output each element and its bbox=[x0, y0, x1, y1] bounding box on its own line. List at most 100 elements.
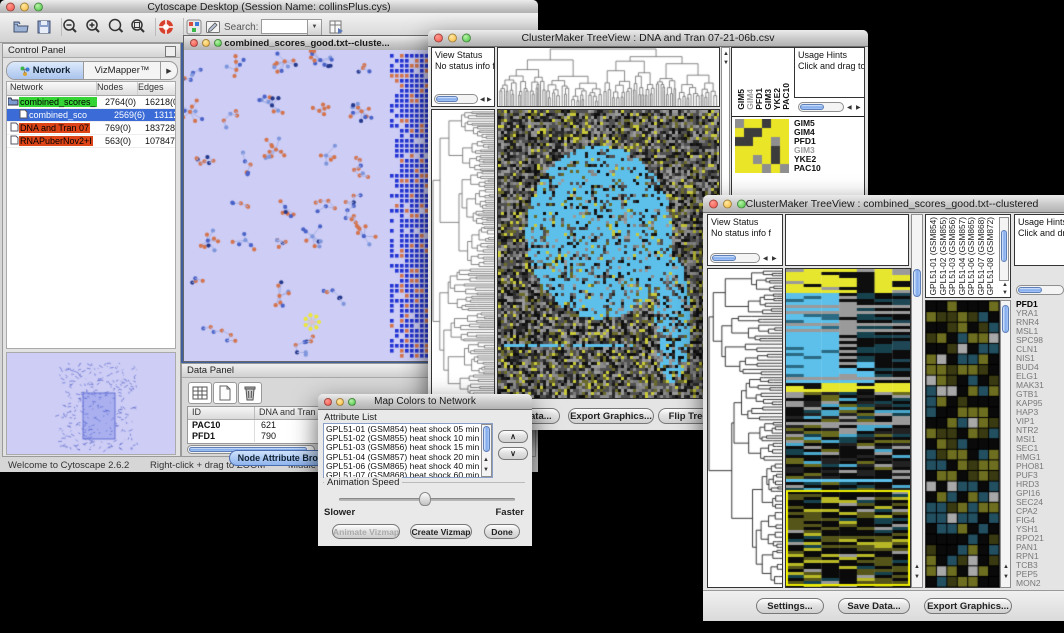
tab-vizmapper[interactable]: VizMapper™ bbox=[84, 62, 161, 79]
zoom-in-icon[interactable] bbox=[84, 18, 102, 36]
col-nodes[interactable]: Nodes bbox=[97, 82, 138, 95]
scroll-down-icon[interactable]: ▼ bbox=[483, 466, 489, 474]
tab-network[interactable]: Network bbox=[7, 62, 84, 79]
close-icon[interactable] bbox=[6, 2, 15, 11]
export-graphics-button[interactable]: Export Graphics... bbox=[924, 598, 1012, 614]
attribute-list-item[interactable]: GPL51-01 (GSM854) heat shock 05 min bbox=[326, 425, 490, 434]
gene-label[interactable]: MON2 bbox=[1016, 579, 1064, 588]
save-icon[interactable] bbox=[35, 18, 53, 36]
node-attribute-icon[interactable] bbox=[185, 18, 203, 36]
delete-attribute-trash-icon[interactable] bbox=[238, 382, 262, 404]
scroll-up-icon[interactable]: ▲ bbox=[723, 50, 729, 58]
network-name[interactable]: DNA and Tran 07 bbox=[19, 123, 90, 133]
close-icon[interactable] bbox=[434, 34, 443, 43]
col-edges[interactable]: Edges bbox=[138, 82, 175, 95]
network-overview-canvas[interactable] bbox=[7, 353, 175, 454]
move-up-button[interactable]: ∧ bbox=[498, 430, 528, 443]
attribute-list-scrollbar[interactable]: ▲ ▼ bbox=[481, 424, 492, 477]
tv2-view-status-line2: No status info f bbox=[711, 228, 771, 238]
tv2-column-tree-panel bbox=[785, 214, 909, 266]
col-id[interactable]: ID bbox=[188, 407, 255, 419]
import-table-icon[interactable] bbox=[327, 18, 345, 36]
tv1-zoom-heatmap[interactable] bbox=[735, 119, 789, 173]
zoom-fit-icon[interactable] bbox=[129, 18, 147, 36]
scroll-up-icon[interactable]: ▲ bbox=[1003, 563, 1009, 571]
scroll-down-icon[interactable]: ▼ bbox=[1002, 289, 1008, 297]
network-canvas[interactable] bbox=[184, 50, 430, 361]
scroll-down-icon[interactable]: ▼ bbox=[1003, 573, 1009, 581]
search-input[interactable] bbox=[261, 19, 309, 34]
attribute-list-item[interactable]: GPL51-04 (GSM857) heat shock 20 min bbox=[326, 453, 490, 462]
tv2-global-heatmap[interactable] bbox=[786, 269, 910, 587]
create-vizmap-button[interactable]: Create Vizmap bbox=[410, 524, 472, 539]
scroll-left-icon[interactable]: ◀ bbox=[480, 96, 485, 104]
col-network[interactable]: Network bbox=[7, 82, 97, 95]
new-attribute-icon[interactable] bbox=[213, 382, 237, 404]
tv1-view-status-line2: No status info f bbox=[435, 61, 494, 71]
search-dropdown-arrow[interactable]: ▼ bbox=[307, 19, 322, 36]
tv2-row-dendrogram[interactable] bbox=[708, 269, 782, 587]
minimize-icon[interactable] bbox=[202, 39, 210, 47]
zoom-selected-icon[interactable] bbox=[107, 18, 125, 36]
tv1-status-scrollbar[interactable] bbox=[434, 94, 478, 104]
export-graphics-button[interactable]: Export Graphics... bbox=[568, 408, 654, 424]
done-button[interactable]: Done bbox=[484, 524, 520, 539]
settings-button[interactable]: Settings... bbox=[756, 598, 824, 614]
scroll-up-icon[interactable]: ▲ bbox=[914, 563, 920, 571]
network-list-row[interactable]: DNA and Tran 07769(0)183728(0) bbox=[7, 122, 175, 135]
tv1-row-dendrogram[interactable] bbox=[432, 110, 494, 398]
zoom-out-icon[interactable] bbox=[61, 18, 79, 36]
scroll-left-icon[interactable]: ◀ bbox=[763, 255, 768, 263]
attribute-list-item[interactable]: GPL51-02 (GSM855) heat shock 10 min bbox=[326, 434, 490, 443]
attribute-list-item[interactable]: GPL51-03 (GSM856) heat shock 15 min bbox=[326, 443, 490, 452]
close-icon[interactable] bbox=[709, 199, 718, 208]
close-icon[interactable] bbox=[190, 39, 198, 47]
scroll-down-icon[interactable]: ▼ bbox=[723, 59, 729, 67]
treeview2-titlebar[interactable]: ClusterMaker TreeView : combined_scores_… bbox=[703, 195, 1064, 213]
tv2-zoom-scrollbar[interactable]: ▲ ▼ bbox=[1000, 300, 1011, 588]
scroll-left-icon[interactable]: ◀ bbox=[847, 104, 852, 112]
tv1-zoom-hscrollbar[interactable] bbox=[798, 102, 844, 112]
scroll-down-icon[interactable]: ▼ bbox=[914, 573, 920, 581]
treeview1-titlebar[interactable]: ClusterMaker TreeView : DNA and Tran 07-… bbox=[428, 30, 868, 47]
network-list-row[interactable]: RNAPuberNov2+I563(0)107847(0) bbox=[7, 135, 175, 148]
select-attributes-icon[interactable] bbox=[188, 382, 212, 404]
network-name[interactable]: combined_sco bbox=[28, 110, 88, 120]
network-list-row[interactable]: combined_scores_2764(0)16218(0) bbox=[7, 96, 175, 109]
attribute-list-item[interactable]: GPL51-06 (GSM865) heat shock 40 min bbox=[326, 462, 490, 471]
scroll-right-icon[interactable]: ▶ bbox=[856, 104, 861, 112]
save-data-button[interactable]: Save Data... bbox=[838, 598, 910, 614]
network-name[interactable]: RNAPuberNov2+I bbox=[19, 136, 93, 146]
annotation-icon[interactable] bbox=[204, 18, 222, 36]
tab-overflow-arrow[interactable]: ▶ bbox=[161, 62, 177, 79]
network-nodes: 2764(0) bbox=[105, 97, 145, 107]
tv2-gene-hscrollbar[interactable] bbox=[1016, 285, 1064, 295]
network-list-row[interactable]: combined_sco2569(6)13112(15) bbox=[7, 109, 175, 122]
scroll-right-icon[interactable]: ▶ bbox=[487, 96, 492, 104]
minimize-icon[interactable] bbox=[336, 398, 344, 406]
tv2-vscrollbar[interactable]: ▲ ▼ bbox=[911, 214, 923, 588]
tv1-column-dendrogram[interactable] bbox=[498, 48, 719, 106]
minimize-icon[interactable] bbox=[448, 34, 457, 43]
tv2-col-label: GPL51-02 (GSM855) bbox=[938, 217, 948, 295]
network-window-titlebar[interactable]: combined_scores_good.txt--cluste... bbox=[184, 36, 430, 51]
move-down-button[interactable]: ∨ bbox=[498, 447, 528, 460]
open-file-icon[interactable] bbox=[12, 18, 30, 36]
dialog-titlebar[interactable]: Map Colors to Network bbox=[318, 394, 532, 410]
tv2-col-labels-scrollbar[interactable] bbox=[999, 217, 1009, 281]
network-name[interactable]: combined_scores_ bbox=[19, 97, 97, 107]
tv1-global-heatmap[interactable] bbox=[498, 110, 719, 398]
scroll-right-icon[interactable]: ▶ bbox=[772, 255, 777, 263]
tv2-zoom-heatmap[interactable] bbox=[926, 301, 999, 587]
scroll-up-icon[interactable]: ▲ bbox=[1002, 281, 1008, 289]
main-titlebar[interactable]: Cytoscape Desktop (Session Name: collins… bbox=[0, 0, 538, 14]
float-panel-icon[interactable] bbox=[165, 46, 176, 57]
help-lifesaver-icon[interactable] bbox=[157, 18, 175, 36]
minimize-icon[interactable] bbox=[20, 2, 29, 11]
network-overview-panel bbox=[6, 352, 176, 455]
tv2-status-scrollbar[interactable] bbox=[710, 253, 760, 263]
close-icon[interactable] bbox=[324, 398, 332, 406]
scroll-up-icon[interactable]: ▲ bbox=[483, 456, 489, 464]
speed-slider-thumb[interactable] bbox=[419, 492, 431, 506]
minimize-icon[interactable] bbox=[723, 199, 732, 208]
